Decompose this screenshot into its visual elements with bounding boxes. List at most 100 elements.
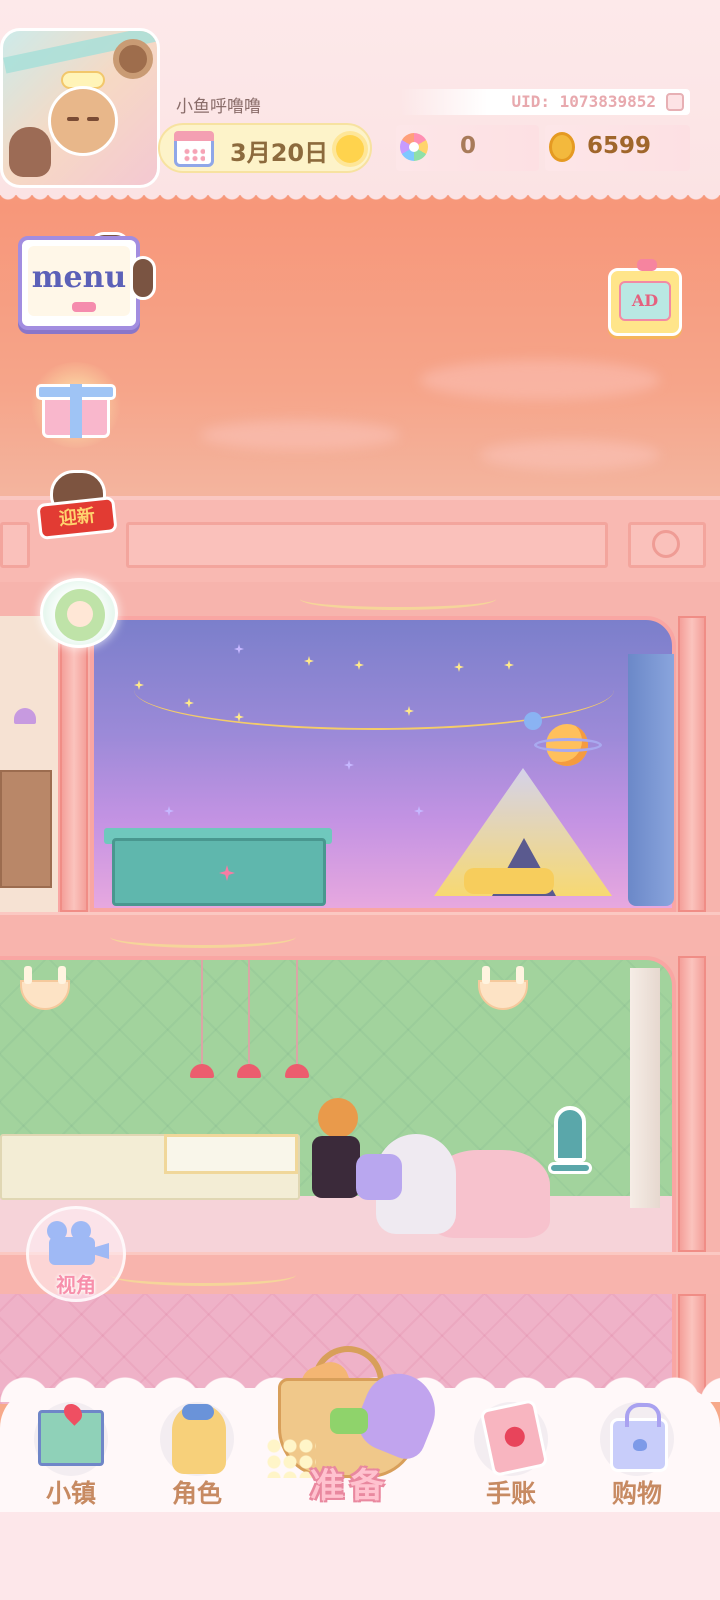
pendant-lamp	[190, 1064, 214, 1078]
gold-coin-icon	[549, 132, 575, 162]
gold-ornament	[300, 588, 496, 610]
starry-room[interactable]	[90, 616, 676, 912]
chair-back	[554, 1106, 586, 1162]
bow-icon	[637, 259, 657, 271]
coin-currency[interactable]: 6599	[545, 125, 690, 171]
nav-label: 购物	[611, 1479, 662, 1508]
display-case[interactable]	[164, 1134, 298, 1174]
character-icon	[172, 1404, 226, 1474]
chandelier-body	[478, 980, 528, 1010]
chandelier	[458, 960, 548, 1030]
cat-tail-icon	[130, 256, 156, 300]
star-icon	[414, 806, 424, 816]
gem-count: 0	[460, 133, 477, 159]
copy-icon[interactable]	[666, 93, 684, 111]
lamp-wire	[296, 960, 298, 1064]
lamp-wire	[201, 960, 203, 1064]
planet-icon	[524, 712, 542, 730]
chandelier-body	[20, 980, 70, 1010]
movie-camera-icon	[49, 1237, 95, 1265]
green-room[interactable]	[0, 956, 676, 1252]
chair[interactable]	[548, 1106, 600, 1226]
candle	[58, 966, 66, 984]
nav-character[interactable]: 角色	[142, 1400, 252, 1512]
calendar-icon	[174, 131, 214, 167]
star-icon	[219, 865, 235, 881]
ad-label: AD	[619, 281, 671, 321]
ad-button[interactable]: AD	[608, 259, 682, 336]
star-icon	[164, 806, 174, 816]
curtain	[628, 654, 674, 906]
town-map-icon	[38, 1410, 104, 1466]
gift-button[interactable]	[28, 362, 124, 448]
bow-icon	[72, 302, 96, 312]
star-garland	[134, 650, 614, 730]
date-display[interactable]: 3月20日	[158, 123, 372, 173]
camera-view-button[interactable]: 视角	[26, 1206, 126, 1302]
user-id[interactable]: UID: 1073839852	[400, 89, 690, 115]
curtain	[630, 968, 660, 1208]
chair-seat	[548, 1162, 592, 1174]
character-body	[312, 1136, 360, 1198]
gold-ornament	[110, 926, 296, 948]
pendant-lamp	[285, 1064, 309, 1078]
menu-label: menu	[31, 260, 127, 295]
gift-ribbon	[70, 384, 82, 438]
star-icon	[344, 760, 354, 770]
flower-ornament-icon	[652, 530, 680, 558]
teddy-bear-icon	[9, 127, 51, 177]
book-page: menu	[28, 246, 130, 316]
avatar[interactable]	[0, 28, 160, 188]
shelf	[0, 770, 52, 888]
username: 小鱼呼噜噜	[176, 97, 261, 117]
nav-shopping[interactable]: 购物	[582, 1400, 692, 1512]
welcome-event-button[interactable]: 迎新	[36, 470, 118, 544]
shopping-bag-icon	[610, 1403, 668, 1472]
cloud	[420, 360, 660, 400]
chandelier	[0, 960, 90, 1030]
candle	[482, 966, 490, 984]
candle	[24, 966, 32, 984]
pillar	[60, 616, 88, 912]
rainbow-flower-icon	[400, 133, 428, 161]
nav-prepare[interactable]: 准备	[250, 1346, 450, 1516]
nav-label: 角色	[171, 1479, 222, 1508]
fairy-event-button[interactable]	[40, 578, 118, 648]
pillow	[464, 868, 554, 894]
date-text: 3月20日	[230, 139, 329, 167]
cornice-panel	[126, 522, 608, 568]
jar	[356, 1154, 402, 1200]
pillar	[678, 956, 706, 1252]
event-banner: 迎新	[36, 496, 118, 540]
pendant-lamp	[237, 1064, 261, 1078]
side-room[interactable]	[0, 616, 62, 912]
coin-count: 6599	[587, 133, 652, 159]
nav-label: 手账	[485, 1479, 536, 1508]
floor-divider	[0, 912, 720, 956]
cloud	[480, 440, 660, 470]
user-id-text: UID: 1073839852	[511, 92, 657, 111]
planet-ring	[534, 738, 602, 752]
deer-face-icon	[48, 86, 118, 156]
camera-lens	[93, 1243, 109, 1259]
gold-ornament	[110, 1264, 296, 1286]
gem-currency[interactable]: 0	[396, 125, 539, 171]
nav-label: 小镇	[45, 1479, 96, 1508]
lamp	[14, 708, 36, 724]
nav-town[interactable]: 小镇	[16, 1400, 126, 1512]
nav-journal[interactable]: 手账	[456, 1398, 566, 1512]
cornice-panel	[0, 522, 30, 568]
bow-icon	[330, 1408, 368, 1434]
candle	[516, 966, 524, 984]
desk[interactable]	[112, 838, 326, 906]
menu-button[interactable]: menu	[18, 236, 140, 330]
nav-label: 准备	[310, 1466, 390, 1506]
character-mummy[interactable]	[356, 1124, 466, 1240]
fairy-face-icon	[67, 601, 93, 627]
bottom-strip	[0, 1512, 720, 1600]
lamp-wire	[248, 960, 250, 1064]
top-header: 小鱼呼噜噜 UID: 1073839852 3月20日 0 6599	[0, 0, 720, 205]
pillar	[678, 616, 706, 912]
sun-icon	[336, 135, 364, 163]
donut-icon	[113, 39, 153, 79]
